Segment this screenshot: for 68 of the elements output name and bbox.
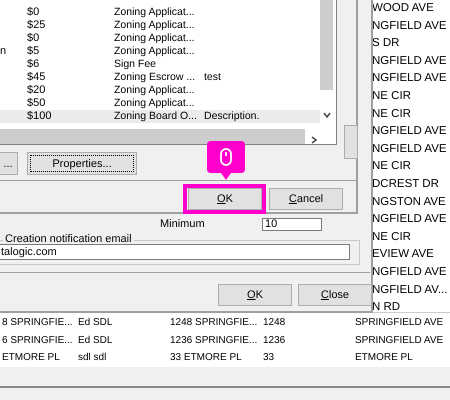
street-name: WOOD AVE <box>372 1 434 16</box>
street-name: NE CIR <box>372 106 411 122</box>
table-cell[interactable]: $45 <box>27 71 46 84</box>
properties-button[interactable]: Properties... <box>27 152 137 175</box>
table-cell-text: ETMORE PL <box>355 351 413 365</box>
cancel-button[interactable]: Cancel <box>269 188 343 210</box>
tooltip-bubble <box>207 141 245 180</box>
table-cell-text: ETMORE PL <box>2 351 60 365</box>
table-cell-text: 1248 <box>263 316 286 330</box>
street-name: DCREST DR <box>372 177 439 192</box>
scrollbar-thumb[interactable] <box>0 129 305 144</box>
street-name: NGFIELD AVE <box>372 142 447 157</box>
table-cell-text: 8 SPRINGFIE... <box>2 316 73 330</box>
table-cell[interactable]: $0 <box>27 6 40 19</box>
street-name: NGFIELD AVE <box>372 54 447 69</box>
street-name: NGFIELD AVE <box>372 212 447 228</box>
table-cell-text: 33 <box>263 351 274 365</box>
ok-button[interactable]: OK <box>188 188 262 210</box>
table-cell-text: 1236 <box>263 334 286 348</box>
street-name: NGFIELD AV... <box>372 282 448 298</box>
field-label: Minimum <box>160 218 205 231</box>
side-button[interactable] <box>344 125 358 159</box>
table-cell: test <box>204 71 221 84</box>
table-cell-text: 1236 SPRINGFIE... <box>170 334 258 348</box>
street-name: NGFIELD AVE <box>372 265 447 280</box>
ok-button[interactable]: OK <box>218 284 292 306</box>
street-name: NE CIR <box>372 230 411 245</box>
close-button[interactable]: Close <box>298 284 372 306</box>
table-cell: Zoning Applicat... <box>114 97 195 110</box>
table-cell[interactable]: $5 <box>27 45 40 58</box>
table-cell[interactable]: $20 <box>27 84 46 97</box>
street-name: NGSTON AVE <box>372 194 446 210</box>
table-cell-text: 1248 SPRINGFIE... <box>170 316 258 330</box>
table-cell-text: 33 ETMORE PL <box>170 351 242 365</box>
street-name: EVIEW AVE <box>372 247 434 262</box>
table-cell-text: SPRINGFIELD AVE <box>355 334 444 348</box>
table-cell[interactable]: $25 <box>27 19 46 32</box>
table-cell[interactable]: $6 <box>27 58 40 71</box>
table-cell-text: Ed SDL <box>78 316 112 330</box>
table-cell: Zoning Escrow ... <box>114 71 196 84</box>
table-cell-text: SPRINGFIELD AVE <box>355 316 444 330</box>
minimum-field[interactable]: 10 <box>262 218 322 231</box>
table-cell[interactable]: $50 <box>27 97 46 110</box>
email-field[interactable]: talogic.com <box>0 244 350 260</box>
table-cell[interactable]: $0 <box>27 32 40 45</box>
table-cell: n <box>0 45 6 58</box>
table-cell: Zoning Applicat... <box>114 6 195 19</box>
table-cell-text: sdl sdl <box>78 351 106 365</box>
street-name: NE CIR <box>372 89 411 104</box>
street-name: N RD <box>372 300 400 316</box>
table-cell-text: Ed SDL <box>78 334 112 348</box>
table-cell: Description. <box>204 110 260 123</box>
street-name: NGFIELD AVE <box>372 71 447 86</box>
ellipsis-button[interactable]: ... <box>0 152 18 175</box>
street-name: NGFIELD AVE <box>372 124 447 140</box>
mouse-icon <box>220 148 232 166</box>
table-cell[interactable]: $100 <box>27 110 52 123</box>
table-cell: Zoning Applicat... <box>114 32 195 45</box>
table-cell: Sign Fee <box>114 58 156 71</box>
street-name: NGFIELD AVE <box>372 18 447 34</box>
table-cell: Zoning Applicat... <box>114 84 195 97</box>
table-cell: Zoning Applicat... <box>114 45 195 58</box>
street-name: S DR <box>372 36 400 52</box>
street-name: NE CIR <box>372 159 411 174</box>
table-cell-text: 6 SPRINGFIE... <box>2 334 73 348</box>
table-cell: Zoning Applicat... <box>114 19 195 32</box>
table-cell: Zoning Board O... <box>114 110 197 123</box>
scrollbar-thumb[interactable] <box>320 0 333 90</box>
